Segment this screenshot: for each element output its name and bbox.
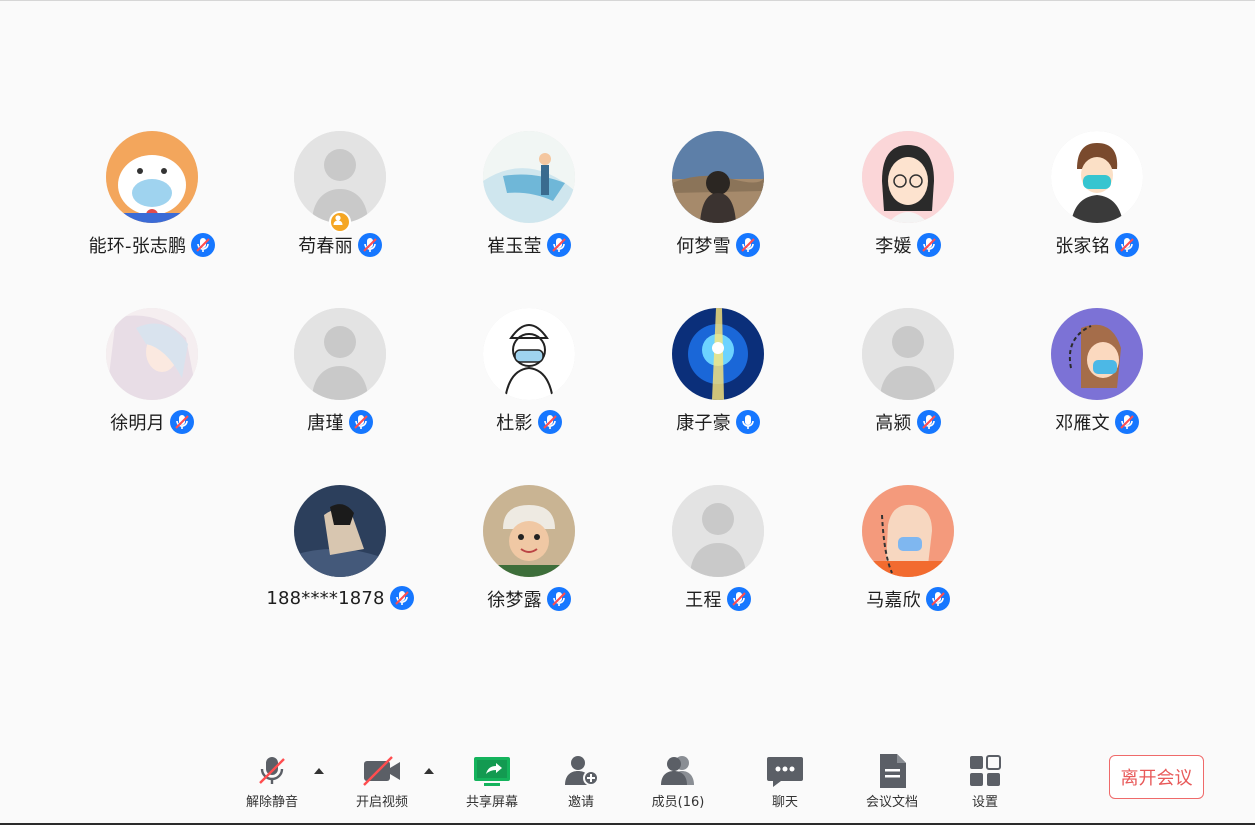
avatar bbox=[862, 485, 954, 577]
avatar bbox=[1051, 308, 1143, 400]
mic-muted-icon bbox=[357, 233, 382, 257]
unmute-button[interactable]: 解除静音 bbox=[232, 745, 312, 815]
mic-muted-icon bbox=[916, 233, 941, 257]
participant-tile[interactable]: 邓雁文 bbox=[1002, 308, 1192, 448]
mic-muted-icon bbox=[348, 410, 373, 434]
avatar bbox=[1051, 131, 1143, 223]
avatar bbox=[672, 131, 764, 223]
mic-muted-icon bbox=[735, 233, 760, 257]
avatar-default bbox=[294, 308, 386, 400]
participant-tile[interactable]: 王程 bbox=[623, 485, 813, 625]
participant-name: 能环-张志鹏 bbox=[88, 236, 187, 257]
chat-button[interactable]: 聊天 bbox=[745, 745, 825, 815]
members-label: 成员(16) bbox=[651, 795, 705, 810]
participant-tile[interactable]: 徐明月 bbox=[57, 308, 247, 448]
share-screen-icon bbox=[472, 751, 512, 791]
meeting-docs-button[interactable]: 会议文档 bbox=[852, 745, 932, 815]
audio-options-caret-icon[interactable] bbox=[312, 761, 326, 774]
avatar-default bbox=[294, 131, 386, 223]
mic-muted-icon bbox=[169, 410, 194, 434]
avatar bbox=[483, 131, 575, 223]
participant-tile[interactable]: 何梦雪 bbox=[623, 131, 813, 271]
grid-settings-icon bbox=[965, 751, 1005, 791]
participant-tile[interactable]: 马嘉欣 bbox=[813, 485, 1003, 625]
mic-muted-icon bbox=[1114, 410, 1139, 434]
start-video-button[interactable]: 开启视频 bbox=[342, 745, 422, 815]
members-button[interactable]: 成员(16) bbox=[638, 745, 718, 815]
avatar-default bbox=[862, 308, 954, 400]
meeting-docs-label: 会议文档 bbox=[865, 795, 918, 810]
participant-name: 邓雁文 bbox=[1055, 413, 1110, 434]
participant-name: 康子豪 bbox=[676, 413, 731, 434]
participant-tile[interactable]: 高颍 bbox=[813, 308, 1003, 448]
mic-muted-icon bbox=[389, 586, 414, 610]
participant-name: 张家铭 bbox=[1055, 236, 1110, 257]
participant-name: 杜影 bbox=[496, 413, 533, 434]
settings-button[interactable]: 设置 bbox=[945, 745, 1025, 815]
mic-muted-icon bbox=[537, 410, 562, 434]
avatar bbox=[294, 485, 386, 577]
chat-label: 聊天 bbox=[771, 795, 798, 810]
avatar bbox=[106, 308, 198, 400]
avatar bbox=[483, 308, 575, 400]
participant-name: 高颍 bbox=[875, 413, 912, 434]
unmute-label: 解除静音 bbox=[245, 795, 298, 810]
share-screen-button[interactable]: 共享屏幕 bbox=[452, 745, 532, 815]
mic-muted-icon bbox=[546, 587, 571, 611]
participant-name: 马嘉欣 bbox=[866, 590, 921, 611]
mic-muted-icon bbox=[546, 233, 571, 257]
participant-name: 何梦雪 bbox=[676, 236, 731, 257]
participant-name: 徐明月 bbox=[110, 413, 165, 434]
mic-muted-icon bbox=[726, 587, 751, 611]
start-video-label: 开启视频 bbox=[355, 795, 408, 810]
participant-tile[interactable]: 康子豪 bbox=[623, 308, 813, 448]
participant-tile[interactable]: 崔玉莹 bbox=[434, 131, 624, 271]
video-off-icon bbox=[362, 751, 402, 791]
avatar bbox=[862, 131, 954, 223]
mic-muted-icon bbox=[916, 410, 941, 434]
mic-off-icon bbox=[252, 751, 292, 791]
window-top-border bbox=[0, 0, 1255, 1]
meeting-toolbar: 解除静音 开启视频 共享屏幕 邀请 成员(16) 聊天 会议文档 设置 离开会议 bbox=[0, 745, 1255, 823]
participant-name: 唐瑾 bbox=[307, 413, 344, 434]
avatar bbox=[672, 308, 764, 400]
participant-tile[interactable]: 188****1878 bbox=[245, 485, 435, 625]
participant-name: 188****1878 bbox=[266, 587, 385, 609]
host-badge-icon bbox=[329, 211, 351, 233]
participant-tile[interactable]: 能环-张志鹏 bbox=[57, 131, 247, 271]
participant-name: 苟春丽 bbox=[298, 236, 353, 257]
leave-meeting-button[interactable]: 离开会议 bbox=[1109, 755, 1204, 799]
participant-tile[interactable]: 张家铭 bbox=[1002, 131, 1192, 271]
avatar bbox=[483, 485, 575, 577]
avatar-default bbox=[672, 485, 764, 577]
participant-name: 崔玉莹 bbox=[487, 236, 542, 257]
mic-muted-icon bbox=[191, 233, 216, 257]
participant-name: 徐梦露 bbox=[487, 590, 542, 611]
invite-button[interactable]: 邀请 bbox=[541, 745, 621, 815]
mic-on-icon bbox=[735, 410, 760, 434]
participant-tile[interactable]: 杜影 bbox=[434, 308, 624, 448]
avatar bbox=[106, 131, 198, 223]
mic-muted-icon bbox=[925, 587, 950, 611]
participant-tile[interactable]: 李媛 bbox=[813, 131, 1003, 271]
participant-name: 王程 bbox=[685, 590, 722, 611]
participant-name: 李媛 bbox=[875, 236, 912, 257]
share-screen-label: 共享屏幕 bbox=[465, 795, 518, 810]
invite-label: 邀请 bbox=[567, 795, 594, 810]
settings-label: 设置 bbox=[971, 795, 998, 810]
members-icon bbox=[658, 751, 698, 791]
participant-tile[interactable]: 徐梦露 bbox=[434, 485, 624, 625]
document-icon bbox=[872, 751, 912, 791]
mic-muted-icon bbox=[1114, 233, 1139, 257]
chat-icon bbox=[765, 751, 805, 791]
participant-tile[interactable]: 苟春丽 bbox=[245, 131, 435, 271]
add-user-icon bbox=[561, 751, 601, 791]
video-options-caret-icon[interactable] bbox=[422, 761, 436, 774]
participant-tile[interactable]: 唐瑾 bbox=[245, 308, 435, 448]
